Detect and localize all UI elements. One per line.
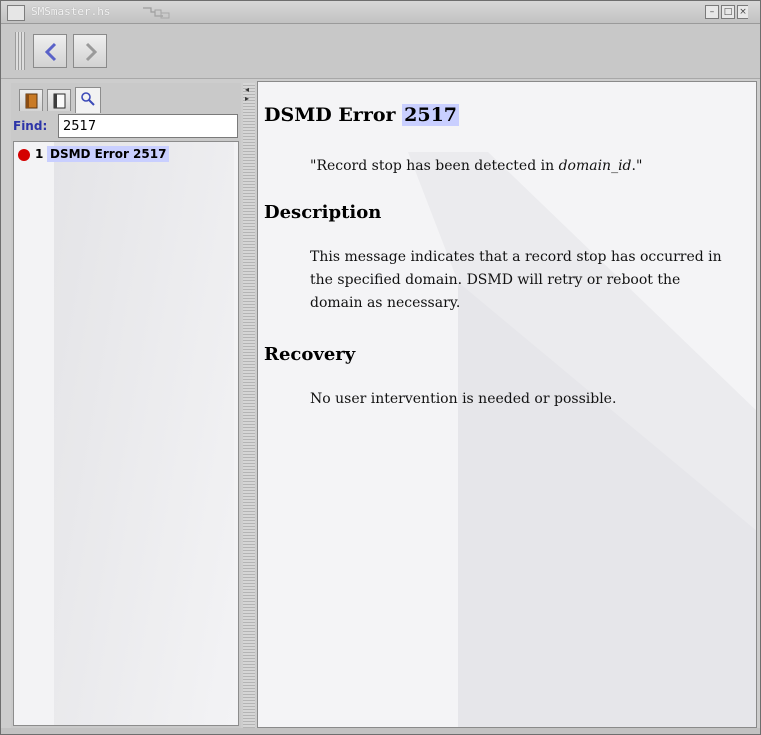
chevron-right-icon — [85, 42, 98, 62]
quote-end: ." — [631, 158, 643, 174]
search-results-list[interactable]: 1 DSMD Error 2517 — [13, 141, 239, 726]
recovery-heading: Recovery — [264, 344, 356, 365]
chevron-left-icon — [44, 42, 57, 62]
find-input[interactable] — [58, 114, 238, 138]
page-icon — [53, 93, 66, 109]
find-row: Find: — [11, 113, 241, 141]
recovery-body: No user intervention is needed or possib… — [310, 391, 617, 407]
close-button[interactable]: × — [737, 5, 748, 19]
window-menu-icon[interactable] — [7, 5, 25, 21]
page-title-highlight: 2517 — [402, 104, 460, 126]
splitter-arrows-icon[interactable]: ◂ ▸ — [245, 85, 253, 113]
title-bar[interactable]: SMSmaster.hs – □ × — [1, 1, 760, 24]
window-title: SMSmaster.hs — [31, 5, 111, 18]
forward-button[interactable] — [73, 34, 107, 68]
toolbar — [1, 24, 760, 79]
help-window: SMSmaster.hs – □ × Find: 2517 1 DSMD Err… — [0, 0, 761, 735]
quote-italic: domain_id — [558, 158, 632, 174]
toolbar-grip[interactable] — [15, 32, 25, 70]
maximize-button[interactable]: □ — [721, 5, 735, 19]
book-icon — [25, 93, 38, 109]
pane-splitter[interactable] — [243, 83, 255, 728]
page-title-prefix: DSMD Error — [264, 104, 403, 126]
navigator-tabs — [19, 87, 239, 113]
result-title: DSMD Error 2517 — [47, 146, 170, 162]
tab-index[interactable] — [47, 89, 71, 111]
magnifier-icon — [81, 92, 95, 106]
result-rank: 1 — [35, 147, 44, 161]
list-item[interactable]: 1 DSMD Error 2517 — [16, 146, 236, 164]
description-body: This message indicates that a record sto… — [310, 249, 722, 311]
description-heading: Description — [264, 202, 382, 223]
relevance-dot-icon — [18, 149, 30, 161]
back-button[interactable] — [33, 34, 67, 68]
quote-start: "Record stop has been detected in — [310, 158, 559, 174]
navigator-pane: Find: 1 DSMD Error 2517 — [11, 83, 241, 728]
find-label: Find: — [13, 119, 48, 133]
title-decoration-icon — [143, 7, 170, 19]
page-title: DSMD Error 2517 — [264, 104, 460, 126]
topic-content-pane: DSMD Error 2517 "Record stop has been de… — [257, 81, 757, 728]
error-message-quote: "Record stop has been detected in domain… — [310, 158, 642, 174]
status-strip — [1, 728, 760, 734]
minimize-button[interactable]: – — [705, 5, 719, 19]
tab-contents[interactable] — [19, 89, 43, 111]
tab-search[interactable] — [75, 87, 101, 113]
background-shadow — [54, 142, 234, 725]
